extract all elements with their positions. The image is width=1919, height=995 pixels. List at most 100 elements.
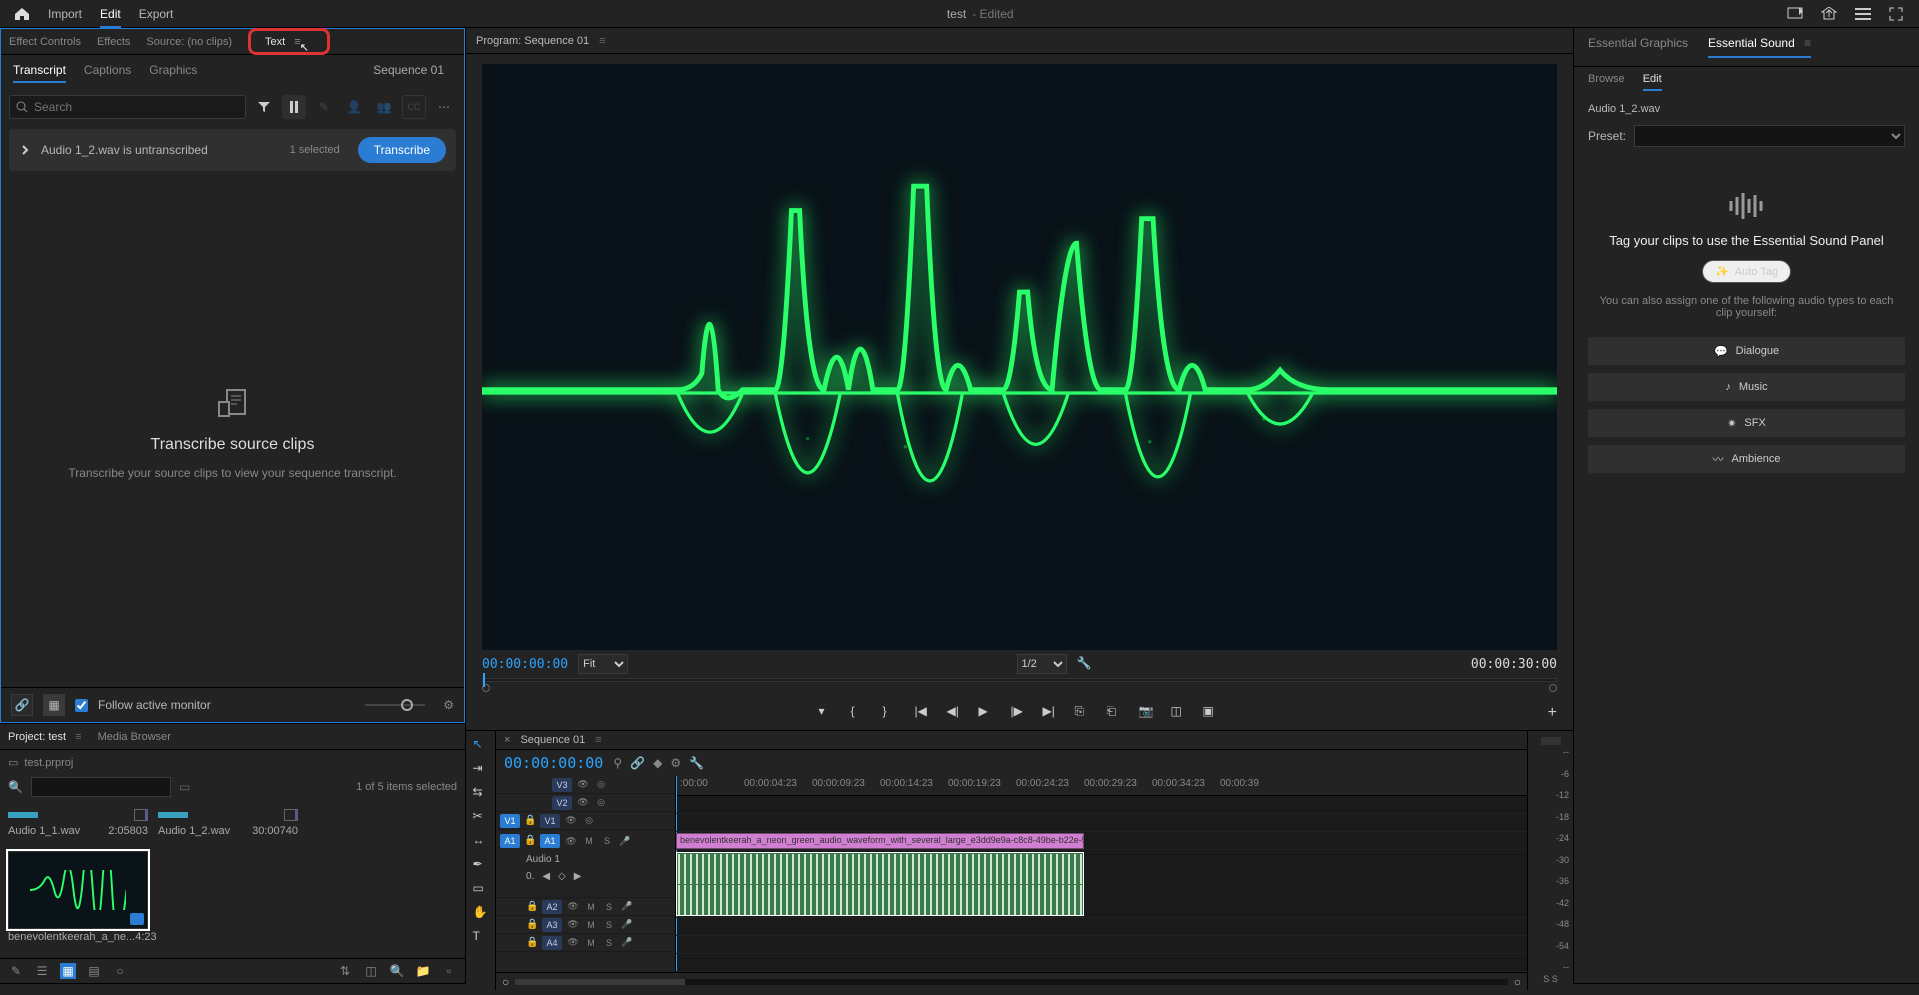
track-badge[interactable]: A4 [542,936,562,950]
lock-icon[interactable]: 🔒 [524,835,536,847]
marker-icon[interactable]: ◆ [653,756,662,770]
zoom-in-handle[interactable]: ○ [1514,975,1521,989]
transcribe-button[interactable]: Transcribe [358,137,446,163]
track-badge[interactable]: A3 [542,918,562,932]
track-badge[interactable]: A2 [542,900,562,914]
next-keyframe-icon[interactable]: ▶ [574,871,582,882]
speaker-edit-icon[interactable]: 👤 [342,95,366,119]
tab-menu-icon[interactable]: ≡ [595,734,601,746]
follow-active-checkbox[interactable] [75,699,88,712]
toggle-output-icon[interactable]: 👁 [566,937,580,949]
solo-right[interactable]: S [1552,974,1558,984]
tab-text[interactable]: Text ≡ ↖ [248,28,330,55]
bin-item-1[interactable]: Audio 1_1.wav2:05803 [8,807,148,839]
tab-source[interactable]: Source: (no clips) [146,36,232,48]
subtab-graphics[interactable]: Graphics [149,63,197,83]
subtab-captions[interactable]: Captions [84,63,131,83]
tab-media-browser[interactable]: Media Browser [98,731,171,743]
bin-item-2[interactable]: Audio 1_2.wav30:00740 [158,807,298,839]
fit-select[interactable]: Fit [578,654,628,674]
toggle-sync-icon[interactable]: ◎ [594,779,608,791]
search-input[interactable] [34,100,239,114]
lock-icon[interactable]: 🔒 [524,815,536,827]
nav-edit[interactable]: Edit [100,7,121,21]
pen-tool-icon[interactable]: ✒ [473,857,489,873]
home-icon[interactable] [14,7,30,21]
comparison-icon[interactable]: ◫ [1171,704,1189,722]
nav-export[interactable]: Export [139,7,174,21]
toggle-sync-icon[interactable]: ◎ [582,815,596,827]
automate-icon[interactable]: ◫ [363,963,379,979]
lock-icon[interactable]: 🔒 [526,937,538,949]
new-item-icon[interactable]: ▫ [441,963,457,979]
freeform-view-icon[interactable]: ▤ [86,963,102,979]
razor-tool-icon[interactable]: ✂ [473,809,489,825]
playhead-icon[interactable] [483,673,485,687]
toggle-output-icon[interactable]: 👁 [566,919,580,931]
text-zoom-slider[interactable] [365,704,425,706]
project-search-input[interactable] [31,777,171,797]
program-monitor[interactable] [482,64,1557,650]
workspace-icon[interactable] [1855,8,1871,20]
resolution-select[interactable]: 1/2 [1017,654,1067,674]
text-settings-icon[interactable]: ⚙ [443,698,454,712]
prev-keyframe-icon[interactable]: ◀ [542,871,550,882]
track-select-tool-icon[interactable]: ⇥ [473,761,489,777]
write-enable-icon[interactable]: ✎ [8,963,24,979]
sequence-tab[interactable]: Sequence 01 [520,734,585,746]
program-timecode-left[interactable]: 00:00:00:00 [482,657,568,672]
time-ruler[interactable]: :00:00 00:00:04:23 00:00:09:23 00:00:14:… [676,776,1527,796]
thumbnail[interactable] [8,851,148,929]
music-button[interactable]: ♪Music [1588,373,1905,401]
voice-over-icon[interactable]: 🎤 [620,919,634,931]
out-handle[interactable] [1549,684,1557,692]
video-clip[interactable]: benevolentkeerah_a_neon_green_audio_wave… [676,833,1084,849]
type-tool-icon[interactable]: T [473,929,489,945]
step-forward-icon[interactable]: |▶ [1011,704,1029,722]
quick-export-icon[interactable] [1787,7,1803,21]
timeline-scrollbar[interactable]: ○ ○ [496,972,1527,991]
list-view-icon[interactable]: ☰ [34,963,50,979]
toggle-output-icon[interactable]: 👁 [564,835,578,847]
fullscreen-icon[interactable] [1889,7,1903,21]
search-box[interactable] [9,95,246,119]
tab-menu-icon[interactable]: ≡ [599,35,605,47]
voice-over-icon[interactable]: 🎤 [620,901,634,913]
tab-program[interactable]: Program: Sequence 01 [476,35,589,47]
scrubber[interactable] [466,678,1573,698]
lock-icon[interactable]: 🔒 [526,919,538,931]
solo-icon[interactable]: S [600,835,614,847]
export-frame-icon[interactable]: 📷 [1139,704,1157,722]
find-icon[interactable]: 🔍 [389,963,405,979]
rectangle-tool-icon[interactable]: ▭ [473,881,489,897]
more-icon[interactable]: ⋯ [432,95,456,119]
extract-icon[interactable]: ⎗ [1107,704,1125,722]
selection-tool-icon[interactable]: ↖ [473,737,489,753]
toggle-output-icon[interactable]: 👁 [566,901,580,913]
mute-icon[interactable]: M [584,937,598,949]
track-badge[interactable]: V3 [552,778,572,792]
toggle-output-icon[interactable]: 👁 [564,815,578,827]
new-bin-icon[interactable]: 📁 [415,963,431,979]
track-badge[interactable]: V1 [540,814,560,828]
merge-speakers-icon[interactable]: 👥 [372,95,396,119]
track-badge[interactable]: A1 [540,834,560,848]
solo-icon[interactable]: S [602,919,616,931]
voice-over-icon[interactable]: 🎤 [620,937,634,949]
button-editor-icon[interactable]: + [1548,704,1557,722]
wrench-icon[interactable]: 🔧 [689,756,704,770]
subtab-browse[interactable]: Browse [1588,73,1625,91]
auto-tag-button[interactable]: ✨ Auto Tag [1702,260,1791,283]
track-area[interactable]: :00:00 00:00:04:23 00:00:09:23 00:00:14:… [676,776,1527,972]
toggle-output-icon[interactable]: 👁 [576,797,590,809]
link-transcript-icon[interactable]: 🔗 [11,694,33,716]
go-to-in-icon[interactable]: |◀ [915,704,933,722]
icon-view-icon[interactable]: ▦ [60,963,76,979]
mute-icon[interactable]: M [584,901,598,913]
tab-effects[interactable]: Effects [97,36,130,48]
source-patch-badge[interactable]: V1 [500,814,520,828]
settings-wrench-icon[interactable]: 🔧 [1077,656,1093,672]
tab-menu-icon[interactable]: ≡ [1804,36,1811,50]
pencil-icon[interactable]: ✎ [312,95,336,119]
settings-icon[interactable]: ⚙ [670,756,681,770]
